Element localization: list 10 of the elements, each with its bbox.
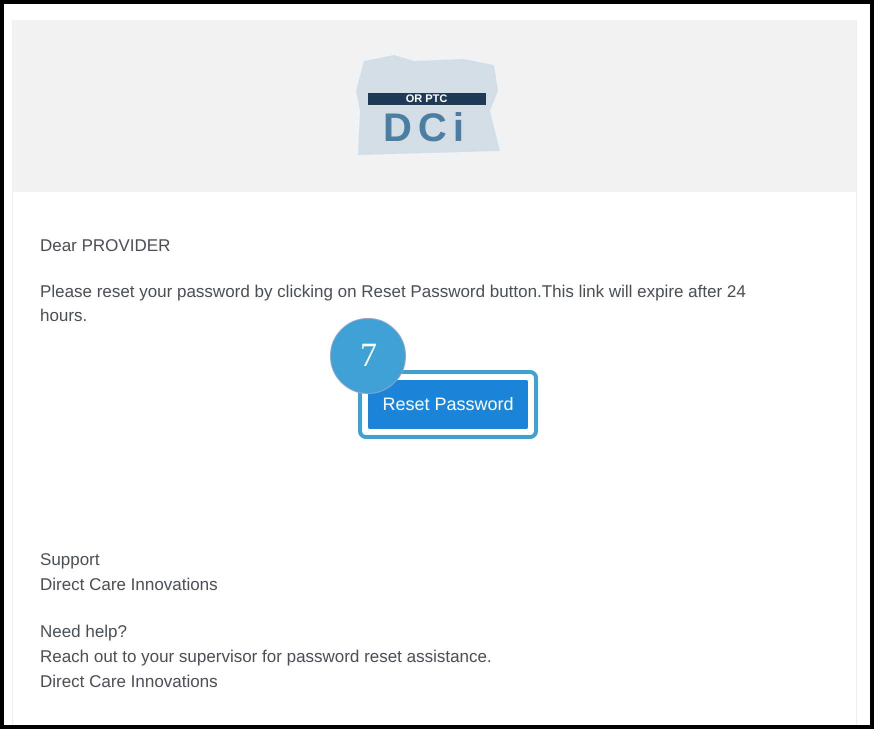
help-text: Reach out to your supervisor for password reset assistance. — [40, 646, 492, 668]
step-badge: 7 — [330, 318, 406, 394]
signature-label: Support — [40, 549, 100, 571]
reset-password-button[interactable]: Reset Password — [368, 380, 528, 429]
greeting-text: Dear PROVIDER — [40, 235, 172, 257]
logo-mark: DCi — [382, 106, 471, 150]
company-name: Direct Care Innovations — [40, 671, 218, 693]
company-name: Direct Care Innovations — [40, 574, 218, 596]
help-heading: Need help? — [40, 621, 127, 643]
logo-caption: OR PTC — [368, 93, 486, 105]
